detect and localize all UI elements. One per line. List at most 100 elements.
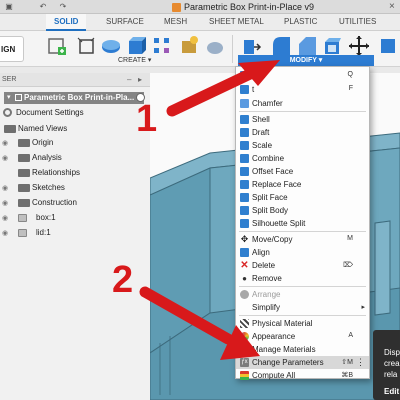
split-face-icon <box>240 193 249 202</box>
menu-item-offset-face[interactable]: Offset Face <box>236 165 369 178</box>
tree-item-relationships[interactable]: Relationships <box>0 166 150 180</box>
visibility-eye-icon[interactable]: ◉ <box>2 184 8 192</box>
modify-menu-button[interactable]: MODIFY ▾ <box>238 55 374 66</box>
menu-separator <box>239 286 366 287</box>
silhouette-split-icon <box>240 219 249 228</box>
tree-item-named-views[interactable]: Named Views <box>0 122 150 136</box>
document-title: Parametric Box Print-in-Place v9 <box>184 2 315 12</box>
root-expand-icon[interactable]: ▾ <box>7 93 11 101</box>
menu-item-label: Replace Face <box>252 180 302 189</box>
more-options-icon[interactable]: ⋮ <box>356 357 365 368</box>
shell-icon[interactable] <box>322 35 344 57</box>
menu-item-compute-all[interactable]: Compute All ⌘B <box>236 369 369 382</box>
tree-item-construction[interactable]: ◉ Construction <box>0 196 150 210</box>
push-pull-icon[interactable] <box>240 35 262 57</box>
delete-icon: ✕ <box>240 260 249 271</box>
tree-item-label: lid:1 <box>36 228 51 237</box>
menu-item-move-copy[interactable]: ✥ Move/Copy M <box>236 233 369 246</box>
menu-item-split-body[interactable]: Split Body <box>236 204 369 217</box>
tooltip-line: Edit <box>384 387 400 396</box>
fillet-icon[interactable] <box>270 35 292 57</box>
tree-item-box[interactable]: ◉ box:1 <box>0 211 150 225</box>
menu-item-label: Arrange <box>252 290 281 299</box>
extrude-icon[interactable] <box>126 35 148 57</box>
menu-item-manage-materials[interactable]: Manage Materials <box>236 343 369 356</box>
pin-panel-icon[interactable]: ▸ <box>138 75 142 84</box>
tree-item-label: Sketches <box>32 183 65 192</box>
undo-icon[interactable]: ↶ <box>38 2 48 11</box>
surface-tool-icon[interactable] <box>204 35 226 57</box>
save-icon[interactable]: ▣ <box>4 2 14 11</box>
command-tooltip: Disp crea rela Edit <box>373 330 400 400</box>
menu-item-align[interactable]: Align <box>236 246 369 259</box>
chamfer-icon[interactable] <box>296 35 318 57</box>
revolve-icon[interactable] <box>100 35 122 57</box>
tree-item-lid[interactable]: ◉ lid:1 <box>0 226 150 240</box>
tree-item-label: Document Settings <box>16 108 84 117</box>
assemble-icon[interactable] <box>378 35 400 57</box>
collapse-panel-icon[interactable]: – <box>127 75 131 84</box>
menu-item-appearance[interactable]: Appearance A <box>236 330 369 343</box>
menu-item-split-face[interactable]: Split Face <box>236 191 369 204</box>
physical-material-icon <box>240 319 249 328</box>
move-icon: ✥ <box>240 234 249 244</box>
push-pull-icon <box>240 71 249 80</box>
tree-item-label: Construction <box>32 198 77 207</box>
pattern-icon[interactable] <box>152 35 174 57</box>
modify-caret-icon: ▾ <box>318 57 323 64</box>
visibility-eye-icon[interactable]: ◉ <box>2 229 8 237</box>
workspace-tab-row: SOLID SURFACE MESH SHEET METAL PLASTIC U… <box>0 14 400 31</box>
tree-item-document-settings[interactable]: Document Settings <box>0 106 150 120</box>
menu-item-combine[interactable]: Combine <box>236 152 369 165</box>
tab-mesh[interactable]: MESH <box>164 17 187 26</box>
tab-solid[interactable]: SOLID <box>46 14 87 31</box>
browser-root-item[interactable]: ▾ Parametric Box Print-in-Pla... <box>4 92 144 104</box>
sketch-icon[interactable] <box>46 35 68 57</box>
offset-face-icon <box>240 167 249 176</box>
fastener-icon[interactable] <box>178 35 200 57</box>
tree-item-origin[interactable]: ◉ Origin <box>0 136 150 150</box>
menu-item-chamfer[interactable]: Chamfer <box>236 97 369 110</box>
menu-item-physical-material[interactable]: Physical Material <box>236 317 369 330</box>
workspace-switcher-button[interactable]: IGN <box>0 36 24 62</box>
menu-item-remove[interactable]: ● Remove <box>236 272 369 285</box>
menu-item-replace-face[interactable]: Replace Face <box>236 178 369 191</box>
document-title-group: Parametric Box Print-in-Place v9 <box>172 1 314 13</box>
scale-icon <box>240 141 249 150</box>
folder-icon <box>18 169 30 177</box>
menu-item-shortcut: ⇧M <box>341 359 353 366</box>
tree-item-sketches[interactable]: ◉ Sketches <box>0 181 150 195</box>
menu-item-simplify[interactable]: Simplify ▸ <box>236 301 369 314</box>
menu-item-change-parameters[interactable]: ƒx Change Parameters ⇧M ⋮ <box>236 356 369 369</box>
change-parameters-icon: ƒx <box>240 358 249 367</box>
menu-item-label: t <box>252 85 255 94</box>
tree-item-label: box:1 <box>36 213 56 222</box>
menu-item-shell[interactable]: Shell <box>236 113 369 126</box>
menu-item-draft[interactable]: Draft <box>236 126 369 139</box>
menu-item-delete[interactable]: ✕ Delete ⌦ <box>236 259 369 272</box>
tab-plastic[interactable]: PLASTIC <box>284 17 317 26</box>
tree-item-analysis[interactable]: ◉ Analysis <box>0 151 150 165</box>
redo-icon[interactable]: ↷ <box>58 2 68 11</box>
draft-icon <box>240 128 249 137</box>
visibility-eye-icon[interactable]: ◉ <box>2 154 8 162</box>
menu-item-silhouette-split[interactable]: Silhouette Split <box>236 217 369 230</box>
close-tab-icon[interactable]: × <box>389 1 395 12</box>
menu-item-label: Simplify <box>252 303 281 312</box>
menu-item-press-pull[interactable]: Pull Q <box>236 69 369 82</box>
visibility-eye-icon[interactable]: ◉ <box>2 139 8 147</box>
tab-sheet-metal[interactable]: SHEET METAL <box>209 17 264 26</box>
create-menu-label[interactable]: CREATE ▾ <box>118 56 151 64</box>
menu-item-scale[interactable]: Scale <box>236 139 369 152</box>
tab-surface[interactable]: SURFACE <box>106 17 144 26</box>
menu-item-label: Manage Materials <box>252 345 316 354</box>
move-icon[interactable] <box>348 35 370 57</box>
visibility-eye-icon[interactable]: ◉ <box>2 214 8 222</box>
tooltip-line: crea <box>384 359 400 368</box>
manage-materials-icon <box>240 345 249 354</box>
menu-item-arrange: Arrange <box>236 288 369 301</box>
box-icon[interactable] <box>76 35 98 57</box>
visibility-eye-icon[interactable]: ◉ <box>2 199 8 207</box>
menu-item-fillet[interactable]: t F <box>236 83 369 96</box>
tab-utilities[interactable]: UTILITIES <box>339 17 376 26</box>
